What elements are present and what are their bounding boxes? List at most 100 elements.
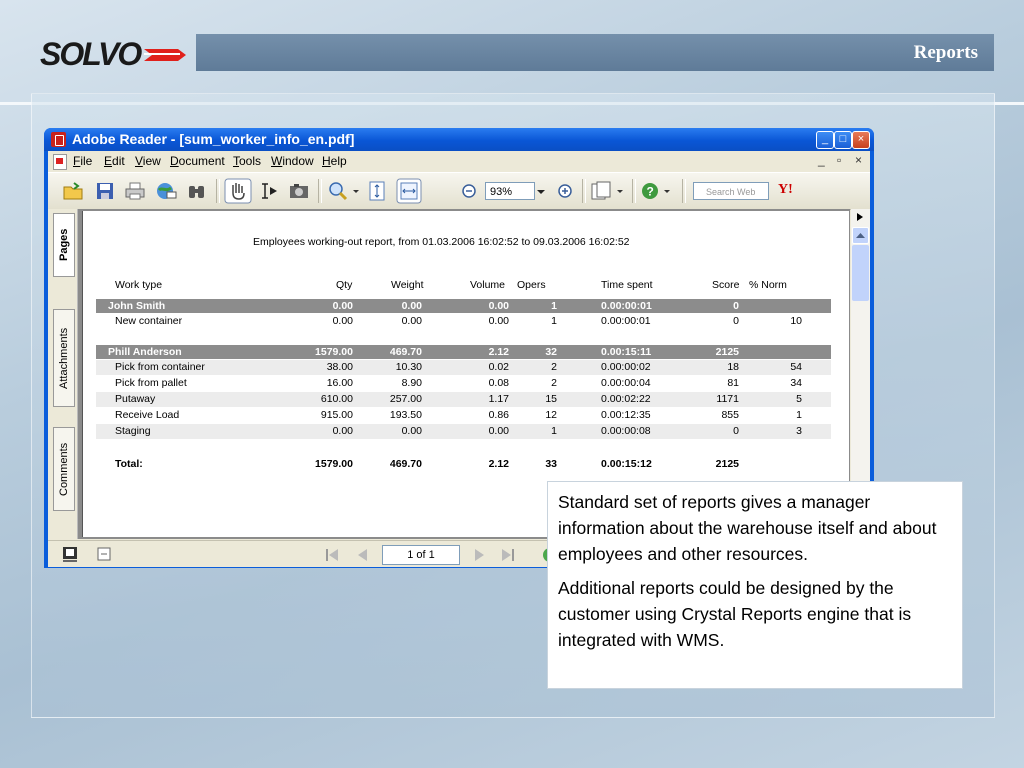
cell-time: 0.00:00:08 — [601, 425, 651, 437]
zoom-in-tool-icon[interactable] — [328, 181, 360, 201]
doc-restore-button[interactable]: ▫ — [837, 153, 841, 167]
table-row: Receive Load 915.00 193.50 0.86 12 0.00:… — [96, 408, 831, 423]
group-weight: 0.00 — [401, 300, 422, 312]
cell-time: 0.00:00:01 — [601, 315, 651, 327]
select-text-icon[interactable] — [258, 181, 280, 201]
print-icon[interactable] — [124, 181, 146, 201]
help-icon[interactable]: ? — [640, 181, 674, 201]
document-properties-icon[interactable] — [96, 546, 112, 562]
col-opers: Opers — [517, 279, 546, 291]
close-button[interactable]: × — [852, 131, 870, 149]
total-qty: 1579.00 — [315, 458, 353, 470]
maximize-button[interactable]: □ — [834, 131, 852, 149]
cell-time: 0.00:00:02 — [601, 361, 651, 373]
yahoo-search-button[interactable]: Y! — [778, 182, 793, 198]
scroll-up-button[interactable] — [852, 227, 869, 244]
cell-volume: 0.00 — [488, 425, 509, 437]
cell-opers: 15 — [545, 393, 557, 405]
group-opers: 1 — [551, 300, 557, 312]
cell-work-type: New container — [115, 315, 183, 327]
col-volume: Volume — [470, 279, 506, 291]
cell-volume: 0.08 — [488, 377, 509, 389]
menu-edit[interactable]: Edit — [104, 154, 125, 168]
menu-help[interactable]: Help — [322, 154, 347, 168]
cell-work-type: Pick from pallet — [115, 377, 187, 389]
previous-page-icon[interactable] — [354, 547, 370, 563]
window-title: Adobe Reader - [sum_worker_info_en.pdf] — [72, 131, 355, 147]
group-time: 0.00:00:01 — [601, 300, 652, 312]
snapshot-icon[interactable] — [288, 181, 310, 201]
cell-score: 81 — [727, 377, 739, 389]
first-page-icon[interactable] — [324, 547, 340, 563]
employee-name: Phill Anderson — [108, 346, 182, 358]
tab-attachments[interactable]: Attachments — [53, 309, 75, 407]
solvo-logo: SOLVO — [40, 36, 190, 72]
cell-time: 0.00:00:04 — [601, 377, 651, 389]
table-row: New container 0.00 0.00 0.00 1 0.00:00:0… — [96, 314, 831, 329]
scroll-thumb[interactable] — [852, 245, 869, 301]
cell-score: 18 — [727, 361, 739, 373]
menu-window[interactable]: Window — [271, 154, 314, 168]
cell-score: 0 — [733, 315, 739, 327]
tab-comments[interactable]: Comments — [53, 427, 75, 511]
cell-opers: 12 — [545, 409, 557, 421]
last-page-icon[interactable] — [500, 547, 516, 563]
cell-weight: 193.50 — [389, 409, 422, 421]
cell-work-type: Pick from container — [115, 361, 205, 373]
fit-page-icon[interactable] — [366, 181, 388, 201]
zoom-out-icon[interactable] — [458, 181, 480, 201]
col-work-type: Work type — [115, 279, 163, 291]
cell-volume: 0.86 — [488, 409, 509, 421]
find-icon[interactable] — [186, 181, 208, 201]
group-header-row: Phill Anderson 1579.00 469.70 2.12 32 0.… — [96, 345, 831, 359]
chevron-up-icon — [856, 233, 865, 238]
doc-close-button[interactable]: × — [855, 153, 862, 167]
hand-tool-icon[interactable] — [224, 178, 252, 204]
group-qty: 1579.00 — [315, 346, 353, 358]
email-icon[interactable] — [155, 181, 177, 201]
cell-weight: 10.30 — [395, 361, 422, 373]
total-opers: 33 — [545, 458, 557, 470]
cell-norm: 5 — [796, 393, 802, 405]
total-score: 2125 — [715, 458, 739, 470]
window-titlebar[interactable]: Adobe Reader - [sum_worker_info_en.pdf] … — [44, 128, 874, 151]
menu-view[interactable]: View — [135, 154, 161, 168]
menu-bar: File Edit View Document Tools Window Hel… — [48, 151, 870, 171]
table-row: Putaway 610.00 257.00 1.17 15 0.00:02:22… — [96, 392, 831, 407]
cell-opers: 1 — [551, 315, 557, 327]
menu-file[interactable]: File — [73, 154, 92, 168]
menu-document[interactable]: Document — [170, 154, 225, 168]
doc-minimize-button[interactable]: _ — [818, 153, 825, 167]
arrow-right-icon[interactable] — [855, 212, 865, 222]
page-layout-icon[interactable] — [62, 546, 78, 562]
group-volume: 0.00 — [488, 300, 509, 312]
zoom-plus-icon[interactable] — [554, 181, 576, 201]
cell-opers: 2 — [551, 377, 557, 389]
tab-pages[interactable]: Pages — [53, 213, 75, 277]
group-time: 0.00:15:11 — [601, 346, 652, 358]
cell-weight: 0.00 — [401, 315, 422, 327]
fit-width-icon[interactable] — [396, 178, 422, 204]
chevron-down-icon[interactable] — [535, 181, 547, 201]
cell-work-type: Receive Load — [115, 409, 180, 421]
save-icon[interactable] — [94, 181, 116, 201]
open-icon[interactable] — [62, 181, 84, 201]
zoom-input[interactable]: 93% — [485, 182, 535, 200]
slide-title: Reports — [913, 42, 978, 63]
search-web-input[interactable]: Search Web — [693, 182, 769, 200]
cell-time: 0.00:02:22 — [601, 393, 651, 405]
cell-volume: 1.17 — [488, 393, 509, 405]
cell-qty: 0.00 — [332, 315, 353, 327]
cell-work-type: Putaway — [115, 393, 156, 405]
col-norm: % Norm — [749, 279, 787, 291]
next-page-icon[interactable] — [472, 547, 488, 563]
cell-qty: 38.00 — [326, 361, 353, 373]
page-number-field[interactable]: 1 of 1 — [382, 545, 460, 565]
group-opers: 32 — [545, 346, 557, 358]
toolbar: 93% ? Search Web Y! — [48, 172, 870, 210]
menu-tools[interactable]: Tools — [233, 154, 261, 168]
minimize-button[interactable]: _ — [816, 131, 834, 149]
group-score: 2125 — [715, 346, 739, 358]
description-callout: Standard set of reports gives a manager … — [547, 481, 963, 689]
pages-icon[interactable] — [590, 181, 624, 201]
